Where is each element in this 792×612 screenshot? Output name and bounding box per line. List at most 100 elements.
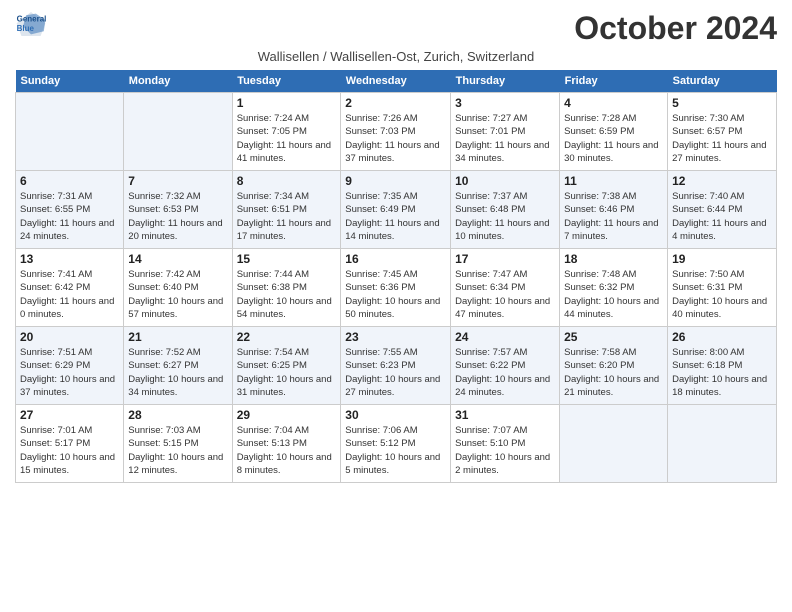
calendar-cell: 19 Sunrise: 7:50 AMSunset: 6:31 PMDayligh…: [668, 249, 777, 327]
calendar-cell: 21 Sunrise: 7:52 AMSunset: 6:27 PMDayligh…: [124, 327, 232, 405]
day-number: 5: [672, 96, 772, 110]
day-number: 28: [128, 408, 227, 422]
day-number: 8: [237, 174, 337, 188]
calendar-cell: 11 Sunrise: 7:38 AMSunset: 6:46 PMDayligh…: [560, 171, 668, 249]
day-number: 24: [455, 330, 555, 344]
calendar-cell: [16, 93, 124, 171]
day-info: Sunrise: 7:06 AMSunset: 5:12 PMDaylight:…: [345, 424, 446, 477]
week-row-3: 13 Sunrise: 7:41 AMSunset: 6:42 PMDayligh…: [16, 249, 777, 327]
calendar-cell: [668, 405, 777, 483]
day-number: 26: [672, 330, 772, 344]
weekday-header-wednesday: Wednesday: [341, 70, 451, 93]
weekday-header-thursday: Thursday: [451, 70, 560, 93]
day-number: 25: [564, 330, 663, 344]
day-info: Sunrise: 8:00 AMSunset: 6:18 PMDaylight:…: [672, 346, 772, 399]
calendar-cell: 23 Sunrise: 7:55 AMSunset: 6:23 PMDayligh…: [341, 327, 451, 405]
day-number: 31: [455, 408, 555, 422]
day-number: 11: [564, 174, 663, 188]
day-info: Sunrise: 7:48 AMSunset: 6:32 PMDaylight:…: [564, 268, 663, 321]
calendar-cell: 28 Sunrise: 7:03 AMSunset: 5:15 PMDayligh…: [124, 405, 232, 483]
calendar-cell: 18 Sunrise: 7:48 AMSunset: 6:32 PMDayligh…: [560, 249, 668, 327]
day-info: Sunrise: 7:52 AMSunset: 6:27 PMDaylight:…: [128, 346, 227, 399]
calendar-cell: 15 Sunrise: 7:44 AMSunset: 6:38 PMDayligh…: [232, 249, 341, 327]
day-number: 21: [128, 330, 227, 344]
day-number: 15: [237, 252, 337, 266]
day-number: 22: [237, 330, 337, 344]
day-number: 12: [672, 174, 772, 188]
calendar-cell: 12 Sunrise: 7:40 AMSunset: 6:44 PMDayligh…: [668, 171, 777, 249]
logo: General Blue: [15, 10, 47, 38]
day-number: 1: [237, 96, 337, 110]
calendar-cell: [124, 93, 232, 171]
month-title: October 2024: [574, 10, 777, 47]
weekday-header-monday: Monday: [124, 70, 232, 93]
day-number: 6: [20, 174, 119, 188]
day-info: Sunrise: 7:27 AMSunset: 7:01 PMDaylight:…: [455, 112, 555, 165]
day-info: Sunrise: 7:38 AMSunset: 6:46 PMDaylight:…: [564, 190, 663, 243]
day-info: Sunrise: 7:04 AMSunset: 5:13 PMDaylight:…: [237, 424, 337, 477]
day-info: Sunrise: 7:32 AMSunset: 6:53 PMDaylight:…: [128, 190, 227, 243]
calendar-cell: 1 Sunrise: 7:24 AMSunset: 7:05 PMDaylight…: [232, 93, 341, 171]
logo-icon: General Blue: [15, 10, 47, 38]
subtitle: Wallisellen / Wallisellen-Ost, Zurich, S…: [15, 49, 777, 64]
day-number: 18: [564, 252, 663, 266]
calendar-cell: 5 Sunrise: 7:30 AMSunset: 6:57 PMDaylight…: [668, 93, 777, 171]
day-info: Sunrise: 7:55 AMSunset: 6:23 PMDaylight:…: [345, 346, 446, 399]
header-top: General Blue October 2024: [15, 10, 777, 47]
day-number: 19: [672, 252, 772, 266]
calendar-cell: 17 Sunrise: 7:47 AMSunset: 6:34 PMDayligh…: [451, 249, 560, 327]
calendar-cell: 14 Sunrise: 7:42 AMSunset: 6:40 PMDayligh…: [124, 249, 232, 327]
day-info: Sunrise: 7:31 AMSunset: 6:55 PMDaylight:…: [20, 190, 119, 243]
day-info: Sunrise: 7:26 AMSunset: 7:03 PMDaylight:…: [345, 112, 446, 165]
day-info: Sunrise: 7:37 AMSunset: 6:48 PMDaylight:…: [455, 190, 555, 243]
day-number: 17: [455, 252, 555, 266]
day-number: 9: [345, 174, 446, 188]
svg-text:General: General: [17, 15, 47, 24]
day-info: Sunrise: 7:34 AMSunset: 6:51 PMDaylight:…: [237, 190, 337, 243]
day-info: Sunrise: 7:01 AMSunset: 5:17 PMDaylight:…: [20, 424, 119, 477]
calendar-cell: 13 Sunrise: 7:41 AMSunset: 6:42 PMDayligh…: [16, 249, 124, 327]
day-info: Sunrise: 7:57 AMSunset: 6:22 PMDaylight:…: [455, 346, 555, 399]
calendar-table: SundayMondayTuesdayWednesdayThursdayFrid…: [15, 70, 777, 483]
calendar-cell: 25 Sunrise: 7:58 AMSunset: 6:20 PMDayligh…: [560, 327, 668, 405]
day-number: 27: [20, 408, 119, 422]
day-info: Sunrise: 7:35 AMSunset: 6:49 PMDaylight:…: [345, 190, 446, 243]
day-number: 14: [128, 252, 227, 266]
week-row-5: 27 Sunrise: 7:01 AMSunset: 5:17 PMDayligh…: [16, 405, 777, 483]
day-info: Sunrise: 7:24 AMSunset: 7:05 PMDaylight:…: [237, 112, 337, 165]
day-info: Sunrise: 7:40 AMSunset: 6:44 PMDaylight:…: [672, 190, 772, 243]
weekday-header-friday: Friday: [560, 70, 668, 93]
week-row-1: 1 Sunrise: 7:24 AMSunset: 7:05 PMDaylight…: [16, 93, 777, 171]
day-info: Sunrise: 7:44 AMSunset: 6:38 PMDaylight:…: [237, 268, 337, 321]
calendar-cell: 2Sunrise: 7:26 AMSunset: 7:03 PMDaylight…: [341, 93, 451, 171]
day-info: Sunrise: 7:42 AMSunset: 6:40 PMDaylight:…: [128, 268, 227, 321]
day-number: 13: [20, 252, 119, 266]
day-info: Sunrise: 7:41 AMSunset: 6:42 PMDaylight:…: [20, 268, 119, 321]
day-info: Sunrise: 7:58 AMSunset: 6:20 PMDaylight:…: [564, 346, 663, 399]
day-info: Sunrise: 7:47 AMSunset: 6:34 PMDaylight:…: [455, 268, 555, 321]
day-number: 7: [128, 174, 227, 188]
day-number: 23: [345, 330, 446, 344]
calendar-cell: 30Sunrise: 7:06 AMSunset: 5:12 PMDayligh…: [341, 405, 451, 483]
svg-text:Blue: Blue: [17, 24, 35, 33]
day-info: Sunrise: 7:30 AMSunset: 6:57 PMDaylight:…: [672, 112, 772, 165]
day-number: 29: [237, 408, 337, 422]
day-info: Sunrise: 7:51 AMSunset: 6:29 PMDaylight:…: [20, 346, 119, 399]
day-info: Sunrise: 7:45 AMSunset: 6:36 PMDaylight:…: [345, 268, 446, 321]
calendar-cell: 9 Sunrise: 7:35 AMSunset: 6:49 PMDaylight…: [341, 171, 451, 249]
calendar-cell: 29 Sunrise: 7:04 AMSunset: 5:13 PMDayligh…: [232, 405, 341, 483]
calendar-cell: 20Sunrise: 7:51 AMSunset: 6:29 PMDayligh…: [16, 327, 124, 405]
day-info: Sunrise: 7:54 AMSunset: 6:25 PMDaylight:…: [237, 346, 337, 399]
calendar-cell: 8 Sunrise: 7:34 AMSunset: 6:51 PMDaylight…: [232, 171, 341, 249]
day-number: 16: [345, 252, 446, 266]
day-number: 4: [564, 96, 663, 110]
week-row-4: 20Sunrise: 7:51 AMSunset: 6:29 PMDayligh…: [16, 327, 777, 405]
day-info: Sunrise: 7:50 AMSunset: 6:31 PMDaylight:…: [672, 268, 772, 321]
weekday-header-tuesday: Tuesday: [232, 70, 341, 93]
calendar-cell: 16 Sunrise: 7:45 AMSunset: 6:36 PMDayligh…: [341, 249, 451, 327]
day-info: Sunrise: 7:03 AMSunset: 5:15 PMDaylight:…: [128, 424, 227, 477]
day-info: Sunrise: 7:07 AMSunset: 5:10 PMDaylight:…: [455, 424, 555, 477]
calendar-cell: 31 Sunrise: 7:07 AMSunset: 5:10 PMDayligh…: [451, 405, 560, 483]
week-row-2: 6 Sunrise: 7:31 AMSunset: 6:55 PMDaylight…: [16, 171, 777, 249]
calendar-cell: 10Sunrise: 7:37 AMSunset: 6:48 PMDayligh…: [451, 171, 560, 249]
